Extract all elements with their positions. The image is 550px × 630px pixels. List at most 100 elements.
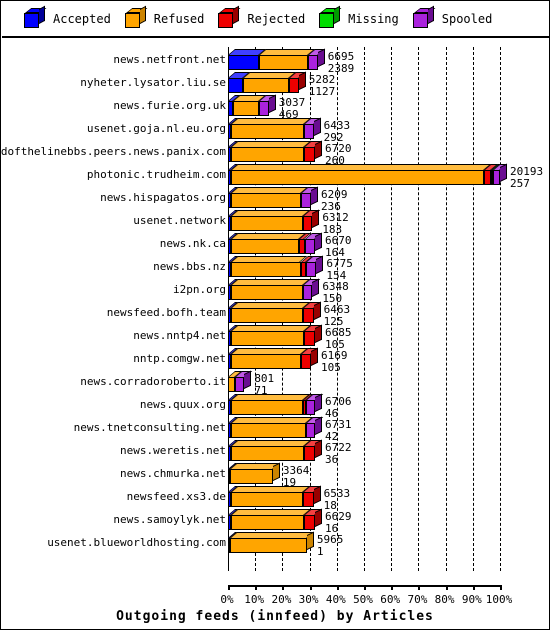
legend-item-rejected: Rejected xyxy=(218,5,305,29)
bar-segment-refused xyxy=(242,78,290,93)
y-axis-label: usenet.network xyxy=(133,214,226,227)
bar-row: i2pn.org 6348 150 xyxy=(2,278,549,304)
x-tick xyxy=(364,585,366,590)
bar-segment-spooled xyxy=(301,193,311,208)
x-tick xyxy=(282,585,285,590)
bar-segment-refused xyxy=(231,147,305,162)
bar-end-cap xyxy=(268,94,276,113)
bar-segment-refused xyxy=(230,469,273,484)
bar-end-cap xyxy=(244,370,252,389)
bar-row: usenet.network 6312 183 xyxy=(2,209,549,235)
cube-icon xyxy=(24,5,47,29)
legend-item-refused: Refused xyxy=(124,5,204,29)
x-tick-label: 100% xyxy=(485,593,513,606)
bar-end-cap xyxy=(317,48,325,67)
bar-segment-spooled xyxy=(234,377,245,392)
bar-segment-rejected xyxy=(289,78,299,93)
bar-segment-refused xyxy=(231,331,305,346)
bar-segment-spooled xyxy=(302,285,313,300)
bar-end-cap xyxy=(315,232,323,251)
bar-segment-rejected xyxy=(304,331,316,346)
bar-segment-refused xyxy=(231,308,303,323)
bar-end-cap xyxy=(310,186,318,205)
legend-item-accepted: Accepted xyxy=(24,5,111,29)
y-axis-label: news.nk.ca xyxy=(159,237,226,250)
bar-end-cap xyxy=(310,347,318,366)
cube-icon xyxy=(124,5,148,29)
bar-segment-rejected xyxy=(304,446,316,461)
legend-item-spooled: Spooled xyxy=(412,5,493,29)
bar-end-cap xyxy=(315,393,323,412)
bar-segment-spooled xyxy=(259,101,269,116)
y-axis-label: news.furie.org.uk xyxy=(113,99,226,112)
bar-row: usenet.goja.nl.eu.org 6433 292 xyxy=(2,117,549,143)
y-axis-label: news.weretis.net xyxy=(120,444,226,457)
bar-segment-rejected xyxy=(301,354,311,369)
bar-end-cap xyxy=(306,531,314,550)
y-axis-label: usenet.goja.nl.eu.org xyxy=(86,122,226,135)
bar-segment-spooled xyxy=(308,55,318,70)
bar-segment-refused xyxy=(231,193,302,208)
bar-end-cap xyxy=(313,117,321,136)
bar-segment-spooled xyxy=(304,239,316,254)
legend-label: Spooled xyxy=(441,12,493,26)
x-tick xyxy=(336,585,339,590)
y-axis-label: news.samoylyk.net xyxy=(113,513,226,526)
bar-segment-accepted xyxy=(228,78,243,93)
bar-row: news.quux.org 6706 46 xyxy=(2,393,549,419)
y-axis-label: newsfeed.bofh.team xyxy=(106,306,226,319)
y-axis-label: news.quux.org xyxy=(139,398,226,411)
bar-end-cap xyxy=(500,163,507,182)
bar-segment-refused xyxy=(230,446,305,461)
cube-icon xyxy=(319,5,342,29)
y-axis-label: newsfeed.xs3.de xyxy=(126,490,226,503)
bar-end-cap xyxy=(316,255,324,274)
bar-end-cap xyxy=(315,508,323,527)
x-tick xyxy=(445,585,448,590)
bar-row: news.nntp4.net 6685 105 xyxy=(2,324,549,350)
y-axis-label: i2pn.org xyxy=(173,283,226,296)
legend-item-missing: Missing xyxy=(319,5,399,29)
x-tick xyxy=(500,585,502,590)
bar-row: news.tnetconsulting.net 6731 42 xyxy=(2,416,549,442)
bar-row: news.chmurka.net 3364 19 xyxy=(2,462,549,488)
x-tick xyxy=(309,585,312,590)
bar-end-cap xyxy=(315,140,323,159)
cube-icon xyxy=(412,5,436,29)
y-axis-label: news.nntp4.net xyxy=(133,329,226,342)
legend-label: Accepted xyxy=(53,12,111,26)
x-axis-tick-labels: 0% 10% 20% 30% 40% 50% 60% 70% 80% 90% 100% xyxy=(191,593,549,607)
bar-segment-rejected xyxy=(302,216,313,231)
bar-segment-spooled xyxy=(306,262,317,277)
chart-plot-area: news.netfront.net 6695 2389 nyheter.lysator… xyxy=(1,39,549,594)
bar-segment-rejected xyxy=(484,170,491,185)
bar-segment-spooled xyxy=(493,170,500,185)
bar-row: newsfeed.bofh.team 6463 125 xyxy=(2,301,549,327)
x-tick xyxy=(255,585,258,590)
y-axis-label: news.corradoroberto.it xyxy=(80,375,226,388)
bar-segment-refused xyxy=(230,400,303,415)
bar-row: news.samoylyk.net 6629 16 xyxy=(2,508,549,534)
bar-segment-refused xyxy=(231,216,303,231)
y-axis-label: nntp.comgw.net xyxy=(133,352,226,365)
y-axis-label: news.chmurka.net xyxy=(120,467,226,480)
bar-segment-refused xyxy=(230,515,305,530)
bar-row: nyheter.lysator.liu.se 5282 1127 xyxy=(2,71,549,97)
y-axis-label: nyheter.lysator.liu.se xyxy=(80,76,226,89)
bar-end-cap xyxy=(315,416,323,435)
bar-segment-refused xyxy=(231,124,305,139)
cube-icon xyxy=(218,5,241,29)
chart-title: Outgoing feeds (innfeed) by Articles xyxy=(116,609,434,624)
bar-segment-refused xyxy=(231,285,303,300)
bar-segment-refused xyxy=(230,538,307,553)
bar-segment-refused xyxy=(231,262,301,277)
bar-segment-refused xyxy=(228,377,235,392)
bar-row: news.bbs.nz 6775 154 xyxy=(2,255,549,281)
y-axis-label: news.tnetconsulting.net xyxy=(73,421,226,434)
bar-row: news.corradoroberto.it 801 71 xyxy=(2,370,549,396)
bar-segment-refused xyxy=(259,55,309,70)
chart-legend: Accepted Refused Rejected Missing Spooled xyxy=(2,2,549,38)
legend-label: Missing xyxy=(348,12,399,26)
bar-row: news.furie.org.uk 3037 469 xyxy=(2,94,549,120)
x-tick xyxy=(391,585,394,590)
